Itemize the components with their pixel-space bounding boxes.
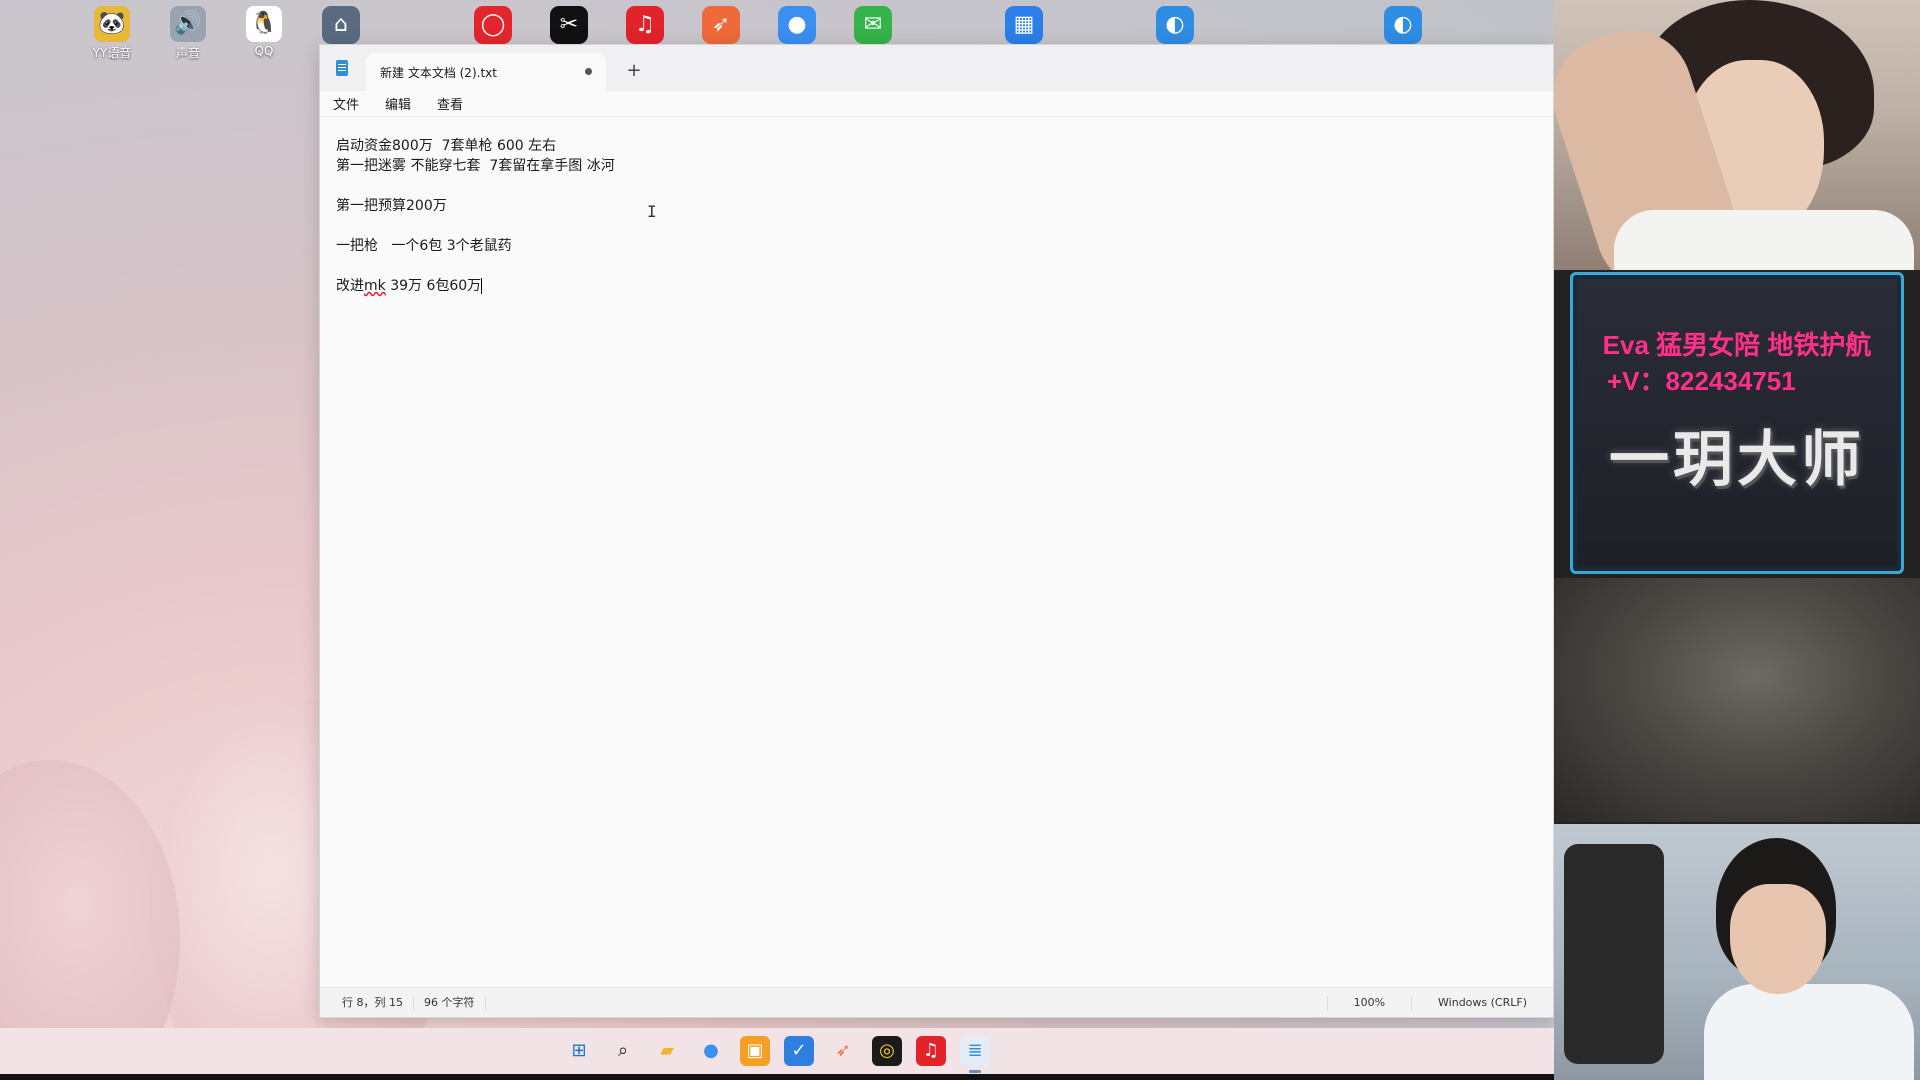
title-bar: 新建 文本文档 (2).txt + [320,45,1553,91]
desktop: 🐼 YY语音 🔊 声音 🐧 QQ ⌂ ◯ ✂ ♫ ➶ ● ✉ ▦ ◐ ◐ 新建 … [0,0,1554,1080]
blue-app-icon[interactable]: ✓ [784,1036,814,1066]
ibeam-cursor-icon: I [647,202,657,221]
status-encoding[interactable]: Windows (CRLF) [1411,995,1553,1010]
recorder-icon[interactable]: ◎ [872,1036,902,1066]
start-icon[interactable]: ⊞ [564,1036,594,1066]
tab-title: 新建 文本文档 (2).txt [380,65,497,80]
status-char-count: 96 个字符 [414,995,486,1010]
orange-app-icon[interactable]: ▣ [740,1036,770,1066]
text-line: 第一把迷雾 不能穿七套 7套留在拿手图 冰河 [336,158,615,174]
chrome-icon[interactable]: ● [778,6,816,44]
text-editor[interactable]: 启动资金800万 7套单枪 600 左右 第一把迷雾 不能穿七套 7套留在拿手图… [320,118,1553,987]
unsaved-dot-icon[interactable] [585,68,592,75]
chrome-icon[interactable]: ● [696,1036,726,1066]
notepad-window: 新建 文本文档 (2).txt + 文件 编辑 查看 启动资金800万 7套单枪… [319,44,1554,1018]
brand-logo: 一玥大师 [1609,425,1865,495]
status-bar: 行 8，列 15 96 个字符 100% Windows (CRLF) [320,987,1553,1017]
cam-face [1730,884,1826,994]
desktop-shortcut-label: YY语音 [92,46,132,60]
yy-voice-icon: 🐼 [94,6,130,42]
text-line: 一把枪 一个6包 3个老鼠药 [336,238,512,254]
status-position: 行 8，列 15 [320,995,414,1010]
stream-overlay: Eva 猛男女陪 地铁护航 +V：822434751 一玥大师 [1554,0,1920,1080]
game-launcher-icon[interactable]: ➶ [828,1036,858,1066]
blue-grid-app-icon[interactable]: ▦ [1005,6,1043,44]
netease-music-icon[interactable]: ♫ [626,6,664,44]
desktop-shortcut-sound[interactable]: 🔊 声音 [156,6,220,61]
desktop-shortcut-label: 声音 [175,46,200,60]
promo-panel: Eva 猛男女陪 地铁护航 +V：822434751 一玥大师 [1570,272,1904,574]
notepad-icon [336,60,348,76]
netease-music-icon[interactable]: ♫ [916,1036,946,1066]
cam-chair [1564,844,1664,1064]
art-shirt [1614,210,1914,270]
menu-view[interactable]: 查看 [437,94,463,113]
edge-browser-2-icon[interactable]: ◐ [1384,6,1422,44]
cam-body [1704,984,1914,1080]
screen: 🐼 YY语音 🔊 声音 🐧 QQ ⌂ ◯ ✂ ♫ ➶ ● ✉ ▦ ◐ ◐ 新建 … [0,0,1920,1080]
remote-desktop-icon[interactable]: ⌂ [322,6,360,44]
text-line [336,216,1537,236]
search-icon[interactable]: ⌕ [608,1036,638,1066]
text-segment: 改进 [336,278,364,294]
menu-file[interactable]: 文件 [333,94,359,113]
misspelled-word: mk [364,278,386,294]
file-explorer-icon[interactable]: ▰ [652,1036,682,1066]
desktop-shortcut-label: QQ [254,44,274,58]
qq-icon: 🐧 [246,6,282,42]
promo-title: Eva 猛男女陪 地铁护航 [1602,330,1872,360]
menu-bar: 文件 编辑 查看 [320,91,1553,117]
text-line: 第一把预算200万 [336,198,447,214]
game-launcher-icon[interactable]: ➶ [702,6,740,44]
text-caret [481,278,483,294]
red-app-icon[interactable]: ◯ [474,6,512,44]
desktop-shortcut-qq[interactable]: 🐧 QQ [232,6,296,58]
capcut-icon[interactable]: ✂ [550,6,588,44]
edge-browser-icon[interactable]: ◐ [1156,6,1194,44]
status-zoom[interactable]: 100% [1326,995,1411,1010]
text-line [336,176,1537,196]
wechat-icon[interactable]: ✉ [854,6,892,44]
anime-character-art [1554,0,1920,270]
taskbar: ⊞ ⌕ ▰ ● ▣ ✓ ➶ ◎ ♫ ≣ [0,1028,1554,1074]
desktop-shortcut-yy[interactable]: 🐼 YY语音 [80,6,144,61]
webcam-feed [1554,824,1920,1080]
text-segment: 39万 6包60万 [385,278,482,294]
text-line [336,256,1537,276]
text-line-current: 改进mk 39万 6包60万 [336,276,1537,296]
promo-contact: +V：822434751 [1607,366,1796,396]
screen-bottom-edge [0,1074,1554,1080]
game-scene-preview [1554,578,1920,822]
tab-document[interactable]: 新建 文本文档 (2).txt [366,53,606,91]
new-tab-button[interactable]: + [620,57,648,85]
notepad-icon[interactable]: ≣ [960,1036,990,1073]
menu-edit[interactable]: 编辑 [385,94,411,113]
sound-icon: 🔊 [170,6,206,42]
text-line: 启动资金800万 7套单枪 600 左右 [336,138,557,154]
